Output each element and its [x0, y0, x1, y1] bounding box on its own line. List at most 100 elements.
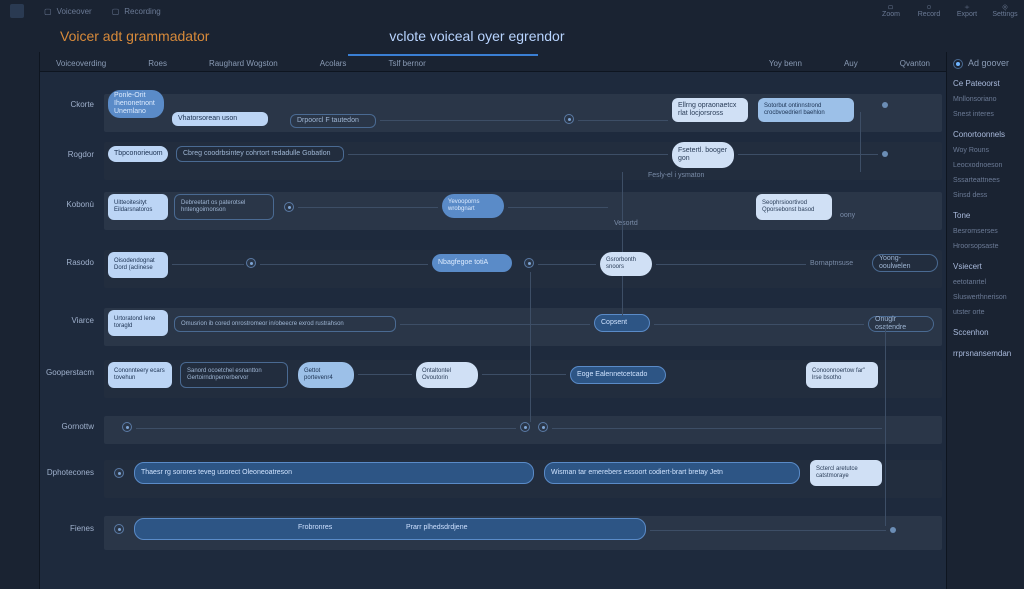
- record-button[interactable]: Record: [920, 4, 938, 18]
- flow-canvas[interactable]: Ckorte Rogdor Kobonù Rasodo Viarce Goope…: [40, 72, 946, 589]
- connector: [260, 264, 428, 265]
- node-r3-a[interactable]: Oisodendognat Dord (aclinese: [108, 252, 168, 278]
- node-r7-b[interactable]: Wisman tar emerebers essoort codiert-bra…: [544, 462, 800, 484]
- panel-item[interactable]: Mnllonsoriano: [953, 94, 1018, 105]
- connector-v: [860, 112, 861, 172]
- connector: [298, 207, 438, 208]
- node-r1-b[interactable]: Cbreg coodrbsintey cohrtort redadulle Go…: [176, 146, 344, 162]
- section-title-4: Sccenhon: [953, 328, 1018, 339]
- node-r7-a[interactable]: Thaesr rg sorores teveg usorect Oleoneoa…: [134, 462, 534, 484]
- caption-r8b: Prarr plhedsdrdjene: [406, 524, 467, 531]
- settings-label: Settings: [992, 11, 1017, 18]
- tab-2[interactable]: Roes: [142, 56, 173, 71]
- panel-item[interactable]: Sluswerthnerison: [953, 292, 1018, 303]
- node-r7-c[interactable]: Sctercl aretutce catstmoraye: [810, 460, 882, 486]
- panel-item[interactable]: Snest interes: [953, 109, 1018, 120]
- connector: [738, 154, 878, 155]
- node-r5-b[interactable]: Sanord ocoetchel esnantton Gertoirndnper…: [180, 362, 288, 388]
- panel-item[interactable]: eetotanrtel: [953, 277, 1018, 288]
- node-r8-bar[interactable]: [134, 518, 646, 540]
- connector: [538, 264, 596, 265]
- port-icon[interactable]: [114, 524, 124, 534]
- connector: [136, 428, 516, 429]
- connector: [482, 374, 566, 375]
- node-r4-c[interactable]: Copsent: [594, 314, 650, 332]
- port-icon[interactable]: [538, 422, 548, 432]
- square-icon: ▢: [112, 7, 120, 16]
- tab-4[interactable]: Acolars: [314, 56, 353, 71]
- topbar-tab-2-label: Recording: [124, 7, 160, 16]
- node-r5-c[interactable]: Gettot portevenr4: [298, 362, 354, 388]
- caption-r2f: oony: [840, 212, 855, 219]
- tab-right-2[interactable]: Auy: [838, 56, 864, 71]
- connector: [656, 264, 806, 265]
- tab-1[interactable]: Voiceoverding: [50, 56, 112, 71]
- node-r3-c[interactable]: Gsrorbonth snoors: [600, 252, 652, 276]
- node-r3-b[interactable]: Nbagfegoe totiA: [432, 254, 512, 272]
- section-title-0: Ce Pateoorst: [953, 79, 1018, 90]
- zoom-label: Zoom: [882, 11, 900, 18]
- node-r2-a[interactable]: Uitteoitesityt Eildarsnatoros: [108, 194, 168, 220]
- connector: [578, 120, 668, 121]
- topbar: ▢ Voiceover ▢ Recording Zoom Record Expo…: [0, 0, 1024, 22]
- node-r0-e[interactable]: Sotorbut ontinnstrond crocbvoedrierl bae…: [758, 98, 854, 122]
- left-rail: [0, 52, 40, 589]
- tab-5[interactable]: Tslf bernor: [382, 56, 431, 71]
- tab-right-1[interactable]: Yoy benn: [763, 56, 808, 71]
- export-button[interactable]: Export: [958, 4, 976, 18]
- node-r4-d[interactable]: Onuglr osatendre: [868, 316, 934, 332]
- panel-item[interactable]: Sssarteattnees: [953, 175, 1018, 186]
- node-r5-e[interactable]: Eoge Ealennetcetcado: [570, 366, 666, 384]
- port-icon[interactable]: [122, 422, 132, 432]
- node-r2-e[interactable]: Seophrsioortivod Qporsebonst basod: [756, 194, 832, 220]
- settings-button[interactable]: Settings: [996, 4, 1014, 18]
- panel-item[interactable]: Hroorsopsaste: [953, 241, 1018, 252]
- node-r0-c[interactable]: Drpoorcl F tautedon: [290, 114, 376, 128]
- panel-item[interactable]: Besromserses: [953, 226, 1018, 237]
- section-title-2: Tone: [953, 211, 1018, 222]
- node-r2-c[interactable]: Yevooporns wrobgnart: [442, 194, 504, 218]
- node-r0-a[interactable]: Ponle-Orit Ihenonetnont Unemlano: [108, 90, 164, 118]
- port-icon[interactable]: [114, 468, 124, 478]
- rail-button-1[interactable]: [9, 72, 31, 94]
- node-r4-b[interactable]: Omusrion ib cored onrostromeor in/obeecr…: [174, 316, 396, 332]
- panel-item[interactable]: Sinsd dess: [953, 190, 1018, 201]
- node-r0-b[interactable]: Vhatorsorean uson: [172, 112, 268, 126]
- panel-item[interactable]: Woy Rouns: [953, 145, 1018, 156]
- port-icon[interactable]: [564, 114, 574, 124]
- row-label-0: Ckorte: [40, 100, 100, 109]
- page-title: Voicer adt grammadator: [60, 28, 209, 44]
- connector: [400, 324, 590, 325]
- tab-3[interactable]: Raughard Wogston: [203, 56, 284, 71]
- port-icon[interactable]: [520, 422, 530, 432]
- node-r4-a[interactable]: Urtoratond lene toragld: [108, 310, 168, 336]
- node-r2-b[interactable]: Debreetart os paterotsel hntengoirnonson: [174, 194, 274, 220]
- row-label-6: Gornottw: [40, 422, 100, 431]
- panel-item[interactable]: Leocxodnoeson: [953, 160, 1018, 171]
- export-label: Export: [957, 11, 977, 18]
- node-r5-d[interactable]: Ontaltontel Ovoutorin: [416, 362, 478, 388]
- end-dot: [882, 151, 888, 157]
- tab-far-right[interactable]: Qvanton: [894, 56, 936, 71]
- port-icon[interactable]: [246, 258, 256, 268]
- toggle-ad[interactable]: Ad goover: [953, 58, 1018, 69]
- port-icon[interactable]: [284, 202, 294, 212]
- node-r5-f[interactable]: Conoonnoertow far" lrse bsotho: [806, 362, 878, 388]
- topbar-tab-1[interactable]: ▢ Voiceover: [44, 7, 92, 16]
- topbar-tab-2[interactable]: ▢ Recording: [112, 7, 161, 16]
- connector: [552, 428, 882, 429]
- connector: [348, 154, 668, 155]
- node-r1-c[interactable]: Fsetertl. booger gon: [672, 142, 734, 168]
- connector: [508, 207, 608, 208]
- zoom-button[interactable]: Zoom: [882, 4, 900, 18]
- node-r3-e[interactable]: Yoong-ooulwelen: [872, 254, 938, 272]
- node-r1-a[interactable]: Tbpconorieuom: [108, 146, 168, 162]
- connector-v: [885, 326, 886, 526]
- panel-item[interactable]: utster orte: [953, 307, 1018, 318]
- row-label-5: Gooperstacm: [40, 368, 100, 377]
- node-r5-a[interactable]: Cononnteery ecars tovehun: [108, 362, 172, 388]
- port-icon[interactable]: [524, 258, 534, 268]
- end-dot: [890, 527, 896, 533]
- row-label-7: Dphotecones: [40, 468, 100, 477]
- page-sub-title: vclote voiceal oyer egrendor: [389, 28, 564, 44]
